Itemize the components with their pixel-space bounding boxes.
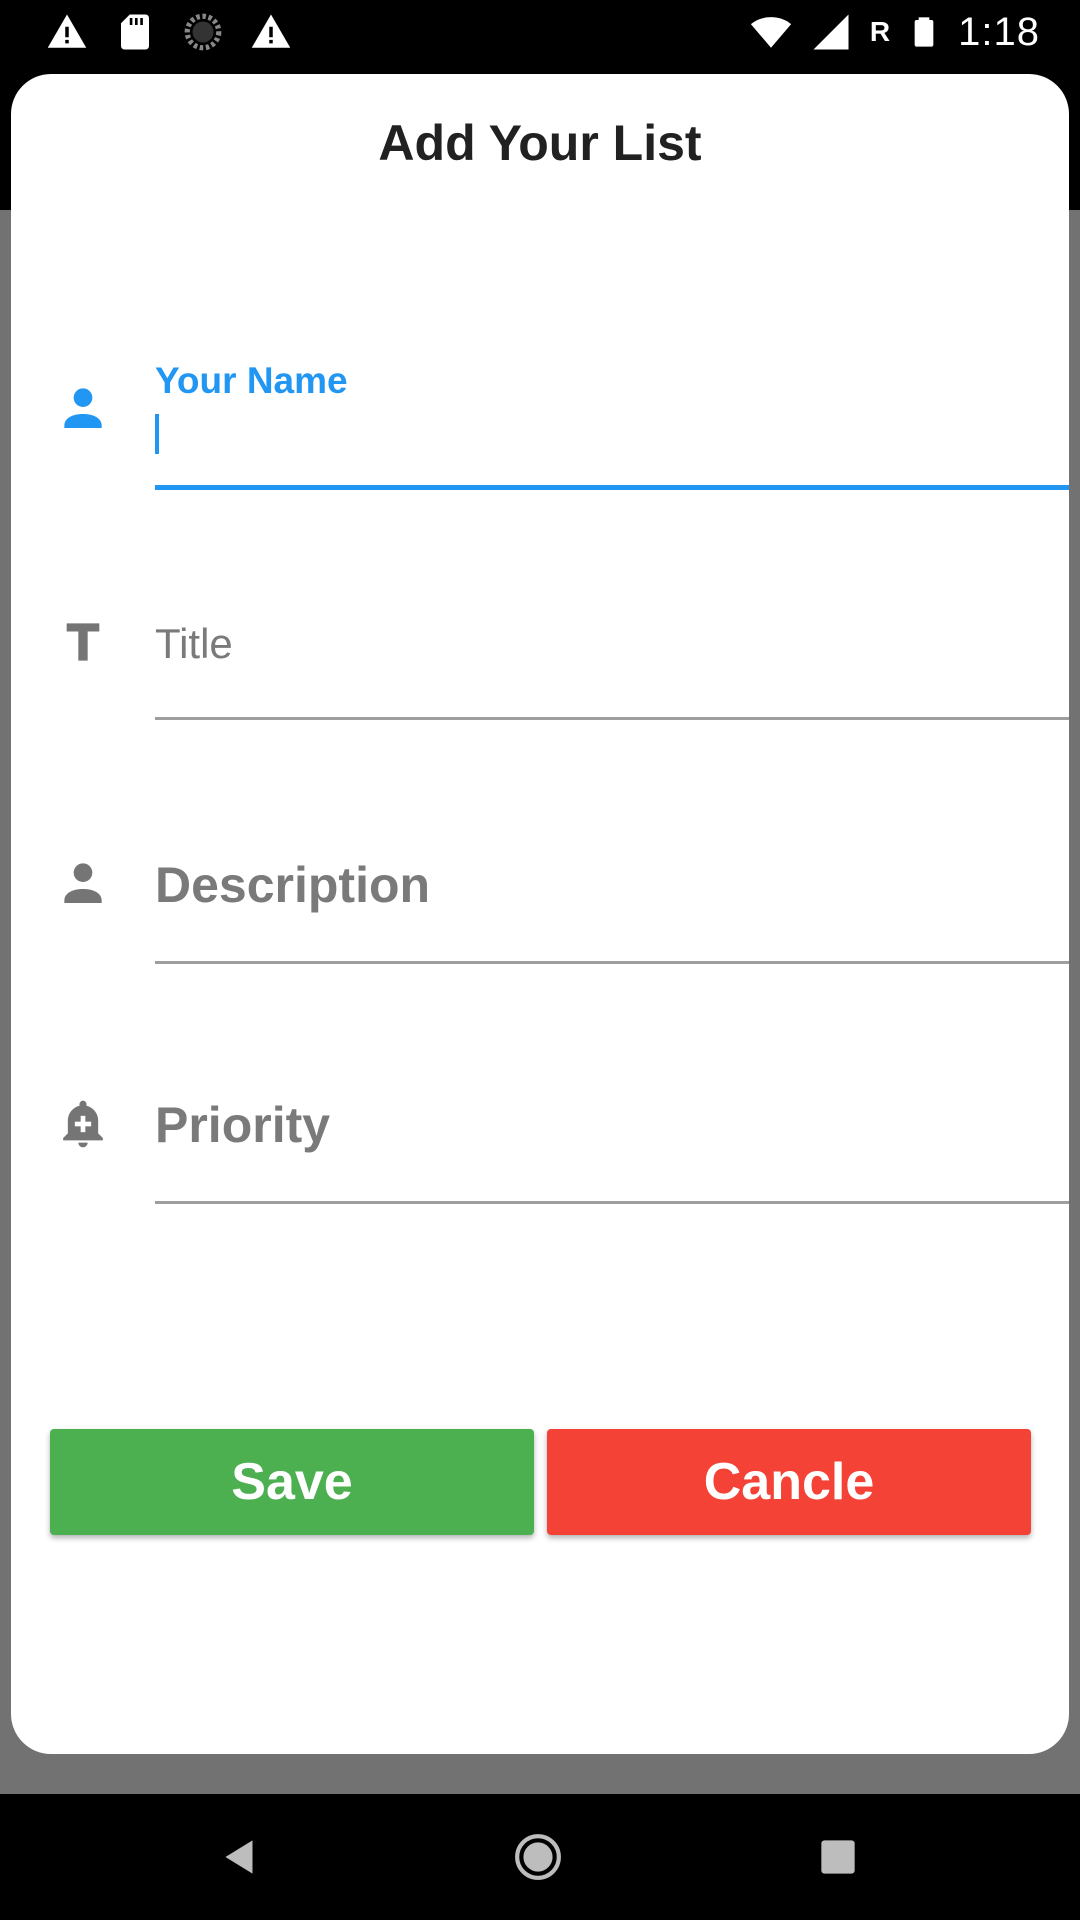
status-bar-system: R 1:18 [750,10,1040,54]
your-name-field[interactable]: Your Name [11,274,1069,494]
home-icon[interactable] [513,1832,563,1882]
person-icon [64,863,102,903]
cancel-button[interactable]: Cancle [547,1429,1031,1535]
battery-icon [914,17,934,47]
priority-underline [155,1201,1069,1204]
your-name-label: Your Name [155,360,348,401]
screen: R 1:18 Add Your List Your Name Title Des… [0,0,1080,1920]
priority-field[interactable]: Priority [11,1014,1069,1214]
description-field[interactable]: Description [11,774,1069,974]
title-placeholder: Title [155,620,233,667]
clock: 1:18 [958,9,1040,54]
person-icon [64,388,102,428]
description-underline [155,961,1069,964]
text-icon [66,623,100,661]
description-placeholder: Description [155,857,431,913]
add-alert-icon [63,1100,103,1148]
status-bar-notifications [46,10,292,54]
signal-icon [813,14,849,50]
dialog-title: Add Your List [378,115,702,171]
status-bar: R 1:18 [0,0,1080,64]
title-field[interactable]: Title [11,534,1069,734]
roaming-indicator: R [869,16,891,47]
priority-placeholder: Priority [155,1097,331,1153]
back-icon[interactable] [215,1832,265,1882]
warning-icon [251,14,291,48]
your-name-underline [155,485,1069,490]
recents-icon[interactable] [813,1832,863,1882]
wifi-icon [750,17,792,48]
text-cursor [155,414,159,454]
sd-card-icon [121,14,149,50]
loading-icon [184,13,222,51]
add-list-dialog: Add Your List Your Name Title Descriptio… [11,74,1069,1754]
save-button[interactable]: Save [50,1429,534,1535]
warning-icon [47,14,87,48]
navigation-bar [0,1794,1080,1920]
title-underline [155,717,1069,720]
